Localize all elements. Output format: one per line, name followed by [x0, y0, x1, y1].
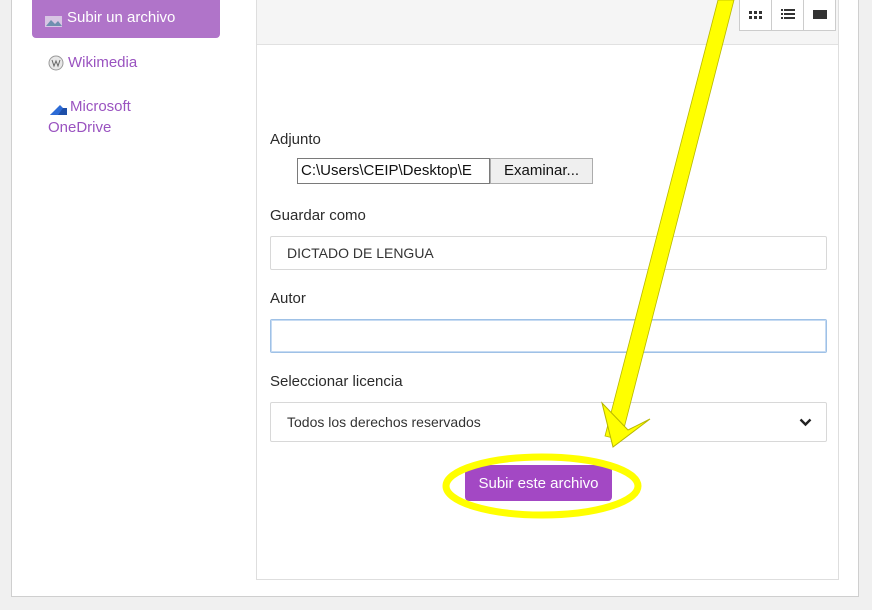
sidebar-item-upload-label: Subir un archivo — [67, 9, 176, 26]
submit-upload-button[interactable]: Subir este archivo — [465, 465, 612, 501]
view-icons-button[interactable] — [739, 0, 772, 31]
license-select-value: Todos los derechos reservados — [287, 414, 481, 430]
save-as-label: Guardar como — [270, 207, 366, 224]
upload-panel: Adjunto C:\Users\CEIP\Desktop\E Examinar… — [256, 0, 839, 580]
view-list-button[interactable] — [771, 0, 804, 31]
save-as-input[interactable]: DICTADO DE LENGUA — [270, 236, 827, 270]
license-select[interactable]: Todos los derechos reservados — [270, 402, 827, 442]
file-input[interactable]: C:\Users\CEIP\Desktop\E Examinar... — [297, 158, 594, 184]
grid-icon — [749, 6, 762, 24]
file-picker-dialog: Subir un archivo Wikimedia Microsoft One… — [11, 0, 859, 597]
file-path-field[interactable]: C:\Users\CEIP\Desktop\E — [297, 158, 490, 184]
sidebar-item-onedrive[interactable]: Microsoft OneDrive — [48, 96, 178, 138]
table-icon — [812, 6, 827, 24]
chevron-down-icon — [799, 418, 812, 427]
page-background-strip — [0, 597, 872, 610]
upload-icon — [45, 14, 63, 27]
license-label: Seleccionar licencia — [270, 373, 403, 390]
view-table-button[interactable] — [803, 0, 836, 31]
sidebar-item-wikimedia-label: Wikimedia — [68, 54, 138, 71]
attachment-label: Adjunto — [270, 131, 321, 148]
list-icon — [780, 6, 795, 24]
view-toolbar — [257, 0, 838, 45]
browse-button[interactable]: Examinar... — [490, 158, 594, 184]
sidebar-item-wikimedia[interactable]: Wikimedia — [48, 52, 137, 73]
author-label: Autor — [270, 290, 306, 307]
author-input[interactable] — [270, 319, 827, 353]
onedrive-icon — [48, 101, 68, 116]
wikimedia-icon — [48, 55, 64, 71]
sidebar-item-upload[interactable]: Subir un archivo — [32, 0, 220, 38]
